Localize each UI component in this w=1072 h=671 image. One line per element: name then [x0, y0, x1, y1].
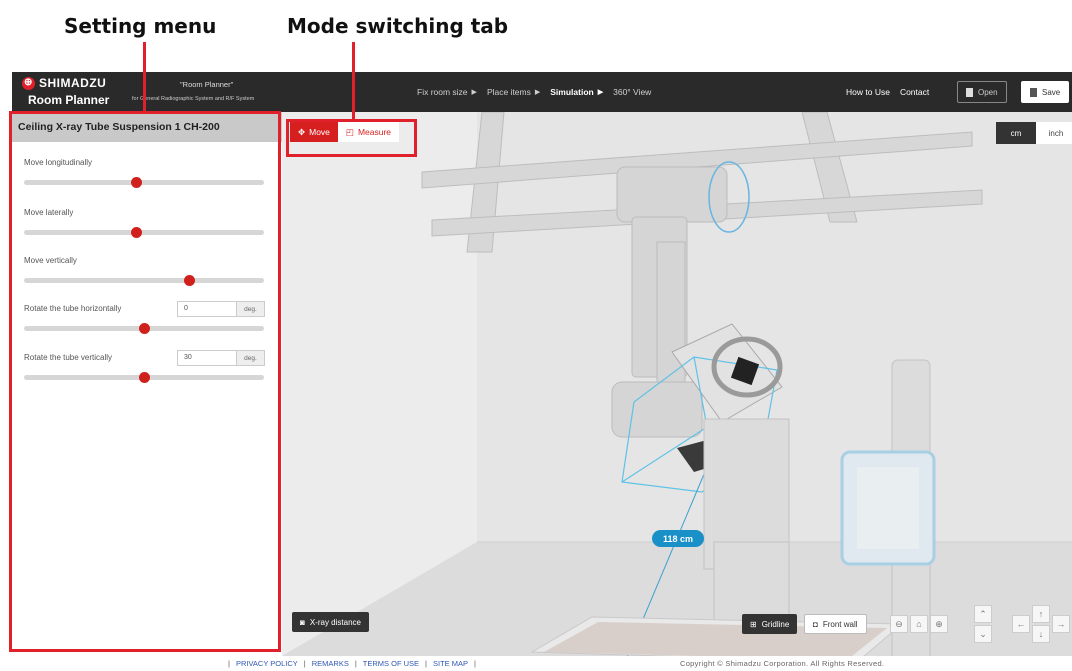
top-links: How to Use Contact	[846, 87, 929, 97]
image-icon	[1030, 87, 1037, 97]
zoom-in-icon[interactable]: ⊕	[930, 615, 948, 633]
save-button[interactable]: Save	[1021, 81, 1070, 103]
grid-icon: ⊞	[750, 619, 757, 629]
room-3d-scene	[282, 112, 1072, 656]
file-icon	[966, 87, 973, 97]
detector-surface	[857, 467, 919, 549]
step-simulation[interactable]: Simulation ▶	[550, 87, 603, 97]
product-title: "Room Planner"	[180, 80, 234, 89]
terms-of-use-link[interactable]: TERMS OF USE	[363, 659, 419, 668]
unit-toggle: cm inch	[996, 122, 1072, 144]
shimadzu-mark-icon: ⊕	[22, 76, 35, 90]
chevron-right-icon: ▶	[597, 89, 604, 96]
how-to-use-link[interactable]: How to Use	[846, 87, 890, 97]
step-fix-room-size[interactable]: Fix room size ▶	[417, 87, 477, 97]
privacy-policy-link[interactable]: PRIVACY POLICY	[236, 659, 298, 668]
callout-setting-menu: Setting menu	[64, 14, 217, 38]
chevron-right-icon: ▶	[534, 89, 541, 96]
gridline-button[interactable]: ⊞ Gridline	[742, 614, 798, 634]
cube-icon: ◘	[813, 619, 818, 629]
step-360-view[interactable]: 360° View	[613, 87, 651, 97]
contact-link[interactable]: Contact	[900, 87, 929, 97]
zoom-reset-icon[interactable]: ⌂	[910, 615, 928, 633]
unit-cm-button[interactable]: cm	[996, 122, 1036, 144]
copyright-text: Copyright © Shimadzu Corporation. All Ri…	[680, 659, 885, 668]
pan-down-icon[interactable]: ↓	[1032, 625, 1050, 643]
footer-links: | PRIVACY POLICY | REMARKS | TERMS OF US…	[228, 659, 476, 668]
unit-inch-button[interactable]: inch	[1036, 122, 1072, 144]
front-wall-button[interactable]: ◘ Front wall	[804, 614, 867, 634]
document-figure: Setting menu Mode switching tab ⊕ SHIMAD…	[0, 0, 1072, 671]
pan-right-icon[interactable]: →	[1052, 615, 1070, 633]
callout-line-mode-tab	[352, 42, 355, 119]
simulation-viewport[interactable]: ✥ Move ◰ Measure cm inch 118 cm ◙ X-ray …	[282, 112, 1072, 656]
top-bar: ⊕ SHIMADZU Room Planner "Room Planner" f…	[12, 72, 1072, 112]
workflow-steps: Fix room size ▶ Place items ▶ Simulation ▶ …	[417, 87, 651, 97]
shimadzu-logo: ⊕ SHIMADZU	[22, 76, 109, 90]
footer: | PRIVACY POLICY | REMARKS | TERMS OF US…	[0, 656, 1072, 671]
pan-up-icon[interactable]: ↑	[1032, 605, 1050, 623]
camera-icon: ◙	[300, 617, 305, 627]
brand[interactable]: ⊕ SHIMADZU Room Planner	[22, 76, 109, 107]
highlight-setting-menu	[9, 111, 281, 652]
open-button[interactable]: Open	[957, 81, 1007, 103]
product-description: for General Radiographic System and R/F …	[132, 96, 255, 102]
tilt-up-icon[interactable]: ⌃	[974, 605, 992, 623]
chevron-right-icon: ▶	[471, 89, 477, 96]
site-map-link[interactable]: SITE MAP	[433, 659, 468, 668]
company-name: SHIMADZU	[39, 76, 107, 90]
remarks-link[interactable]: REMARKS	[312, 659, 349, 668]
xray-distance-button[interactable]: ◙ X-ray distance	[292, 612, 369, 632]
highlight-mode-tab	[286, 119, 417, 157]
app-name: Room Planner	[28, 93, 110, 107]
tilt-down-icon[interactable]: ⌄	[974, 625, 992, 643]
pan-left-icon[interactable]: ←	[1012, 615, 1030, 633]
distance-label: 118 cm	[652, 530, 704, 547]
zoom-out-icon[interactable]: ⊖	[890, 615, 908, 633]
callout-mode-switching: Mode switching tab	[287, 14, 509, 38]
step-place-items[interactable]: Place items ▶	[487, 87, 540, 97]
callout-line-setting-menu	[143, 42, 146, 114]
